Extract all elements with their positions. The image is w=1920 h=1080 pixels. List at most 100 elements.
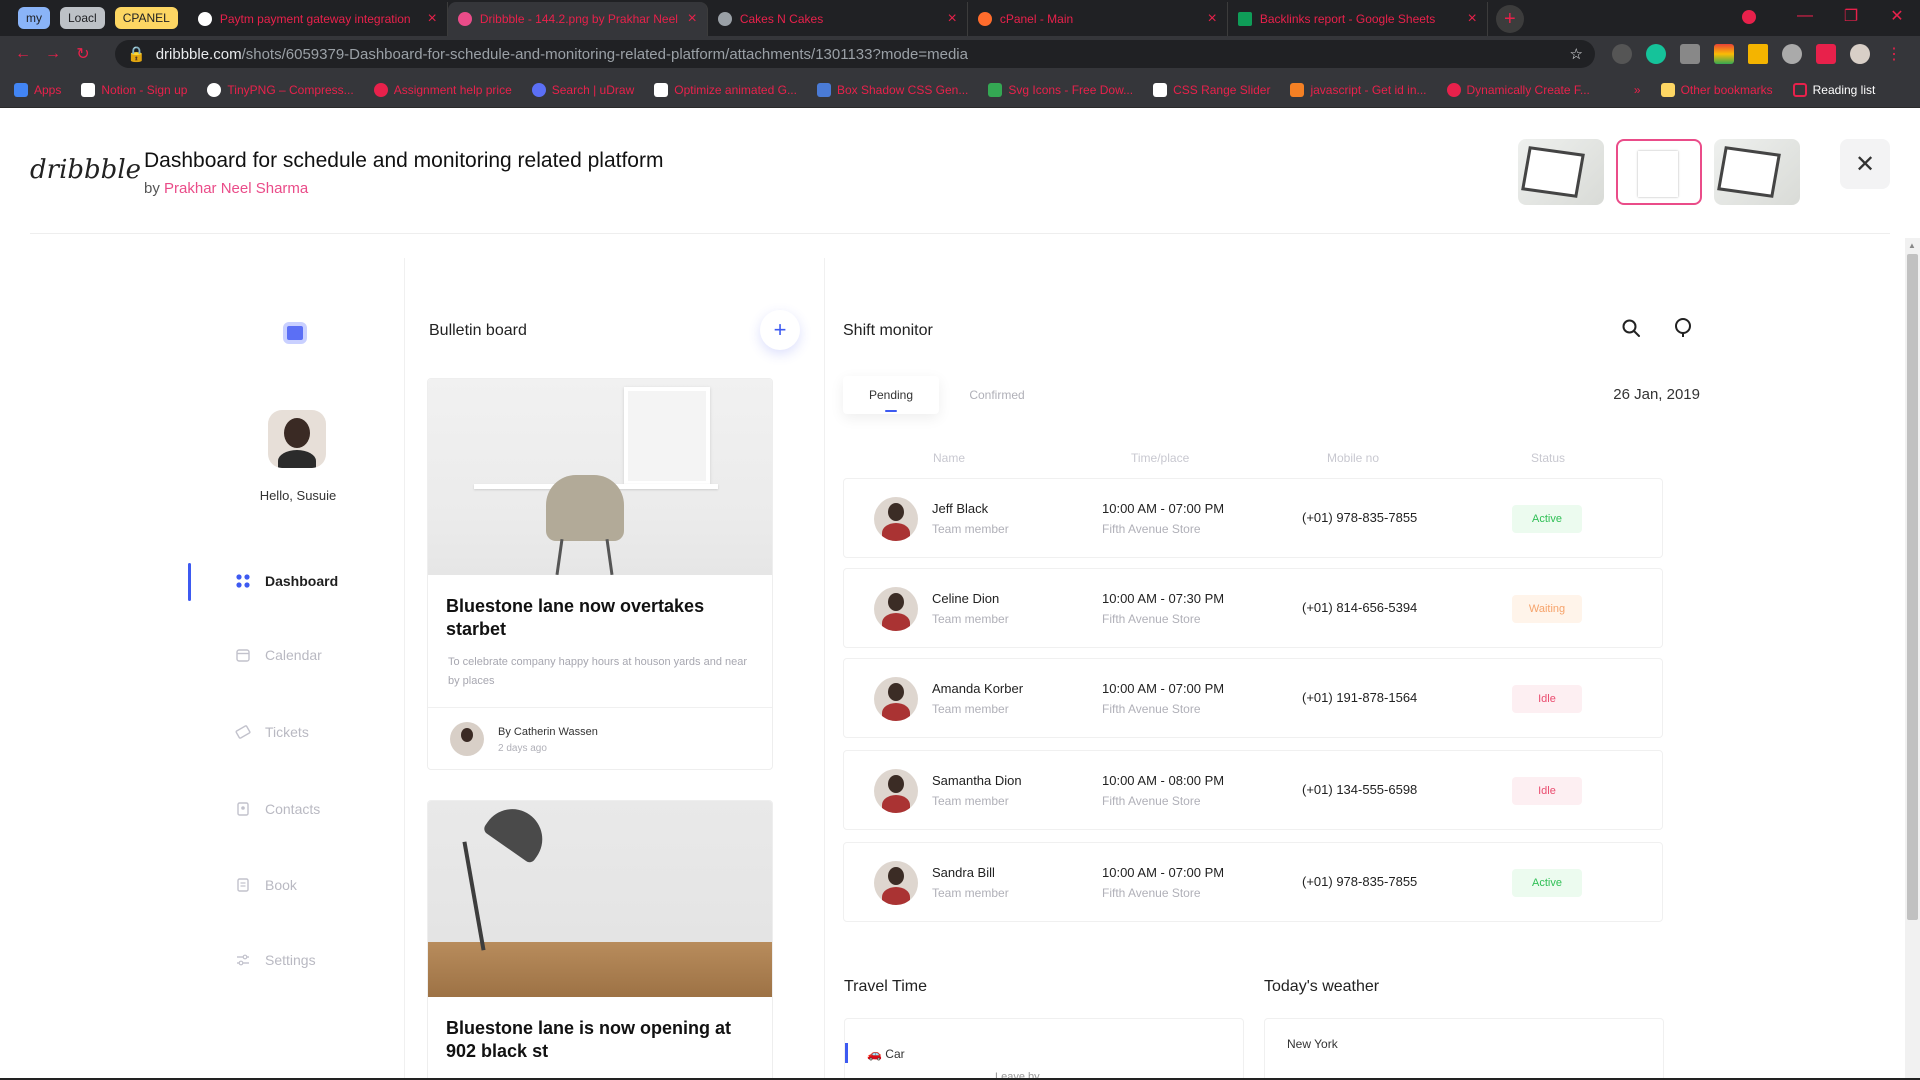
profile-avatar[interactable]: [1850, 44, 1870, 64]
more-bookmarks-icon[interactable]: »: [1634, 83, 1641, 97]
close-window-icon[interactable]: ✕: [1874, 0, 1920, 32]
nav-calendar: Calendar: [235, 644, 322, 666]
new-tab-icon[interactable]: +: [1495, 5, 1524, 33]
user-avatar: [268, 410, 326, 468]
status-badge: Active: [1512, 505, 1582, 533]
grammarly-icon[interactable]: [1646, 44, 1666, 64]
omnibox[interactable]: 🔒 dribbble.com/shots/6059379-Dashboard-f…: [115, 40, 1595, 68]
close-tab-icon[interactable]: ×: [1467, 10, 1476, 28]
card-description: To celebrate company happy hours at hous…: [448, 656, 748, 687]
browser-tab[interactable]: Cakes N Cakes ×: [708, 2, 968, 36]
nav-label: Settings: [265, 952, 316, 968]
tab-title: Paytm payment gateway integration: [219, 12, 411, 26]
cpanel-favicon-icon: [977, 12, 992, 26]
puzzle-icon[interactable]: [1816, 44, 1836, 64]
car-icon: 🚗: [867, 1047, 882, 1061]
scrollbar-thumb[interactable]: [1907, 254, 1918, 920]
extension-icon[interactable]: [1612, 44, 1632, 64]
minimize-icon[interactable]: —: [1782, 0, 1828, 32]
attachment-thumbnail[interactable]: [1518, 139, 1604, 205]
travel-accent-bar: [845, 1043, 848, 1063]
dashboard-sidebar: Hello, Susuie Dashboard Calendar Tickets…: [30, 258, 405, 1080]
close-tab-icon[interactable]: ×: [1207, 10, 1216, 28]
browser-tab[interactable]: Paytm payment gateway integration ×: [188, 2, 448, 36]
column-header-status: Status: [1531, 451, 1566, 465]
check-icon[interactable]: [1782, 44, 1802, 64]
bookmark-label: CSS Range Slider: [1173, 82, 1271, 97]
shift-time: 10:00 AM - 07:00 PM: [1102, 501, 1225, 516]
ticket-icon: [235, 724, 251, 740]
bookmark[interactable]: Dynamically Create F...: [1446, 82, 1590, 97]
reading-list-label: Reading list: [1812, 82, 1876, 97]
nav-label: Book: [265, 877, 297, 893]
attachment-thumbnail-selected[interactable]: [1616, 139, 1702, 205]
close-tab-icon[interactable]: ×: [947, 10, 956, 28]
bookmark[interactable]: Assignment help price: [373, 82, 512, 97]
add-icon: +: [760, 310, 800, 350]
bookmark[interactable]: TinyPNG – Compress...: [207, 82, 354, 97]
bookmark[interactable]: Box Shadow CSS Gen...: [816, 82, 968, 97]
bookmark[interactable]: Notion - Sign up: [81, 82, 188, 97]
header-divider: [30, 233, 1890, 234]
mobile-number: (+01) 191-878-1564: [1302, 690, 1418, 705]
tab-group-my[interactable]: my: [18, 7, 50, 29]
card-title: Bluestone lane is now opening at 902 bla…: [446, 1018, 732, 1061]
lightning-icon[interactable]: [1748, 44, 1768, 64]
bookmark[interactable]: Optimize animated G...: [654, 82, 797, 97]
tab-group-loacl[interactable]: Loacl: [60, 7, 105, 29]
bookmark-favicon-icon: [816, 82, 831, 97]
travel-mode-label: Car: [885, 1047, 905, 1061]
close-tab-icon[interactable]: ×: [687, 10, 696, 28]
page-scrollbar[interactable]: ▲: [1905, 238, 1920, 1080]
bookmark[interactable]: Svg Icons - Free Dow...: [988, 82, 1133, 97]
scroll-up-icon[interactable]: ▲: [1908, 241, 1916, 250]
udraw-icon: [531, 82, 546, 97]
shot-byline: by Prakhar Neel Sharma: [144, 180, 308, 197]
bulletin-card: Bluestone lane now overtakes starbet To …: [427, 378, 773, 770]
other-bookmarks[interactable]: Other bookmarks: [1660, 82, 1773, 97]
bookmark-label: Dynamically Create F...: [1466, 82, 1590, 97]
bookmark[interactable]: CSS Range Slider: [1153, 82, 1271, 97]
bookmark-label: Notion - Sign up: [101, 82, 188, 97]
member-avatar: [874, 677, 918, 721]
browser-tab[interactable]: cPanel - Main ×: [968, 2, 1228, 36]
column-header-time: Time/place: [1131, 451, 1190, 465]
recording-indicator-icon[interactable]: [1742, 10, 1756, 24]
nav-label: Dashboard: [265, 573, 339, 589]
attachment-thumbnail[interactable]: [1714, 139, 1800, 205]
author-link[interactable]: Prakhar Neel Sharma: [164, 180, 308, 197]
table-row: Celine Dion Team member 10:00 AM - 07:30…: [843, 568, 1663, 648]
forward-icon[interactable]: →: [38, 45, 68, 63]
other-bookmarks-label: Other bookmarks: [1680, 82, 1773, 97]
notion-icon: [81, 82, 96, 97]
browser-tab[interactable]: Backlinks report - Google Sheets ×: [1228, 2, 1488, 36]
reading-list[interactable]: Reading list: [1792, 82, 1876, 97]
by-prefix: by: [144, 180, 160, 197]
extension-icon[interactable]: [1680, 44, 1700, 64]
bookmark[interactable]: javascript - Get id in...: [1290, 82, 1427, 97]
mobile-number: (+01) 978-835-7855: [1302, 874, 1418, 889]
notification-icon: [1669, 314, 1697, 342]
bulletin-title: Bulletin board: [429, 322, 527, 339]
bookmark-apps[interactable]: Apps: [14, 82, 62, 97]
dribbble-logo[interactable]: dribbble: [30, 155, 141, 185]
url-path: /shots/6059379-Dashboard-for-schedule-an…: [241, 45, 968, 63]
back-icon[interactable]: ←: [8, 45, 38, 63]
browser-tab-active[interactable]: Dribbble - 144.2.png by Prakhar Neel ×: [447, 2, 708, 36]
bookmark-star-icon[interactable]: ☆: [1570, 45, 1583, 63]
extension-icon[interactable]: [1714, 44, 1734, 64]
bookmark[interactable]: Search | uDraw: [531, 82, 634, 97]
bookmark-label: Apps: [34, 82, 62, 97]
bookmark-favicon-icon: [988, 82, 1003, 97]
card-image-lamp: [428, 801, 772, 997]
member-role: Team member: [932, 886, 1009, 900]
status-tabs: Pending Confirmed: [843, 376, 1045, 414]
menu-dots-icon[interactable]: ⋮: [1884, 44, 1904, 64]
table-row: Amanda Korber Team member 10:00 AM - 07:…: [843, 658, 1663, 738]
reload-icon[interactable]: ↻: [68, 44, 98, 64]
tab-group-cpanel[interactable]: CPANEL: [114, 7, 178, 29]
close-tab-icon[interactable]: ×: [427, 10, 436, 28]
restore-icon[interactable]: ❐: [1828, 0, 1874, 32]
close-shot-button[interactable]: ✕: [1840, 139, 1890, 189]
author-avatar: [450, 722, 484, 756]
